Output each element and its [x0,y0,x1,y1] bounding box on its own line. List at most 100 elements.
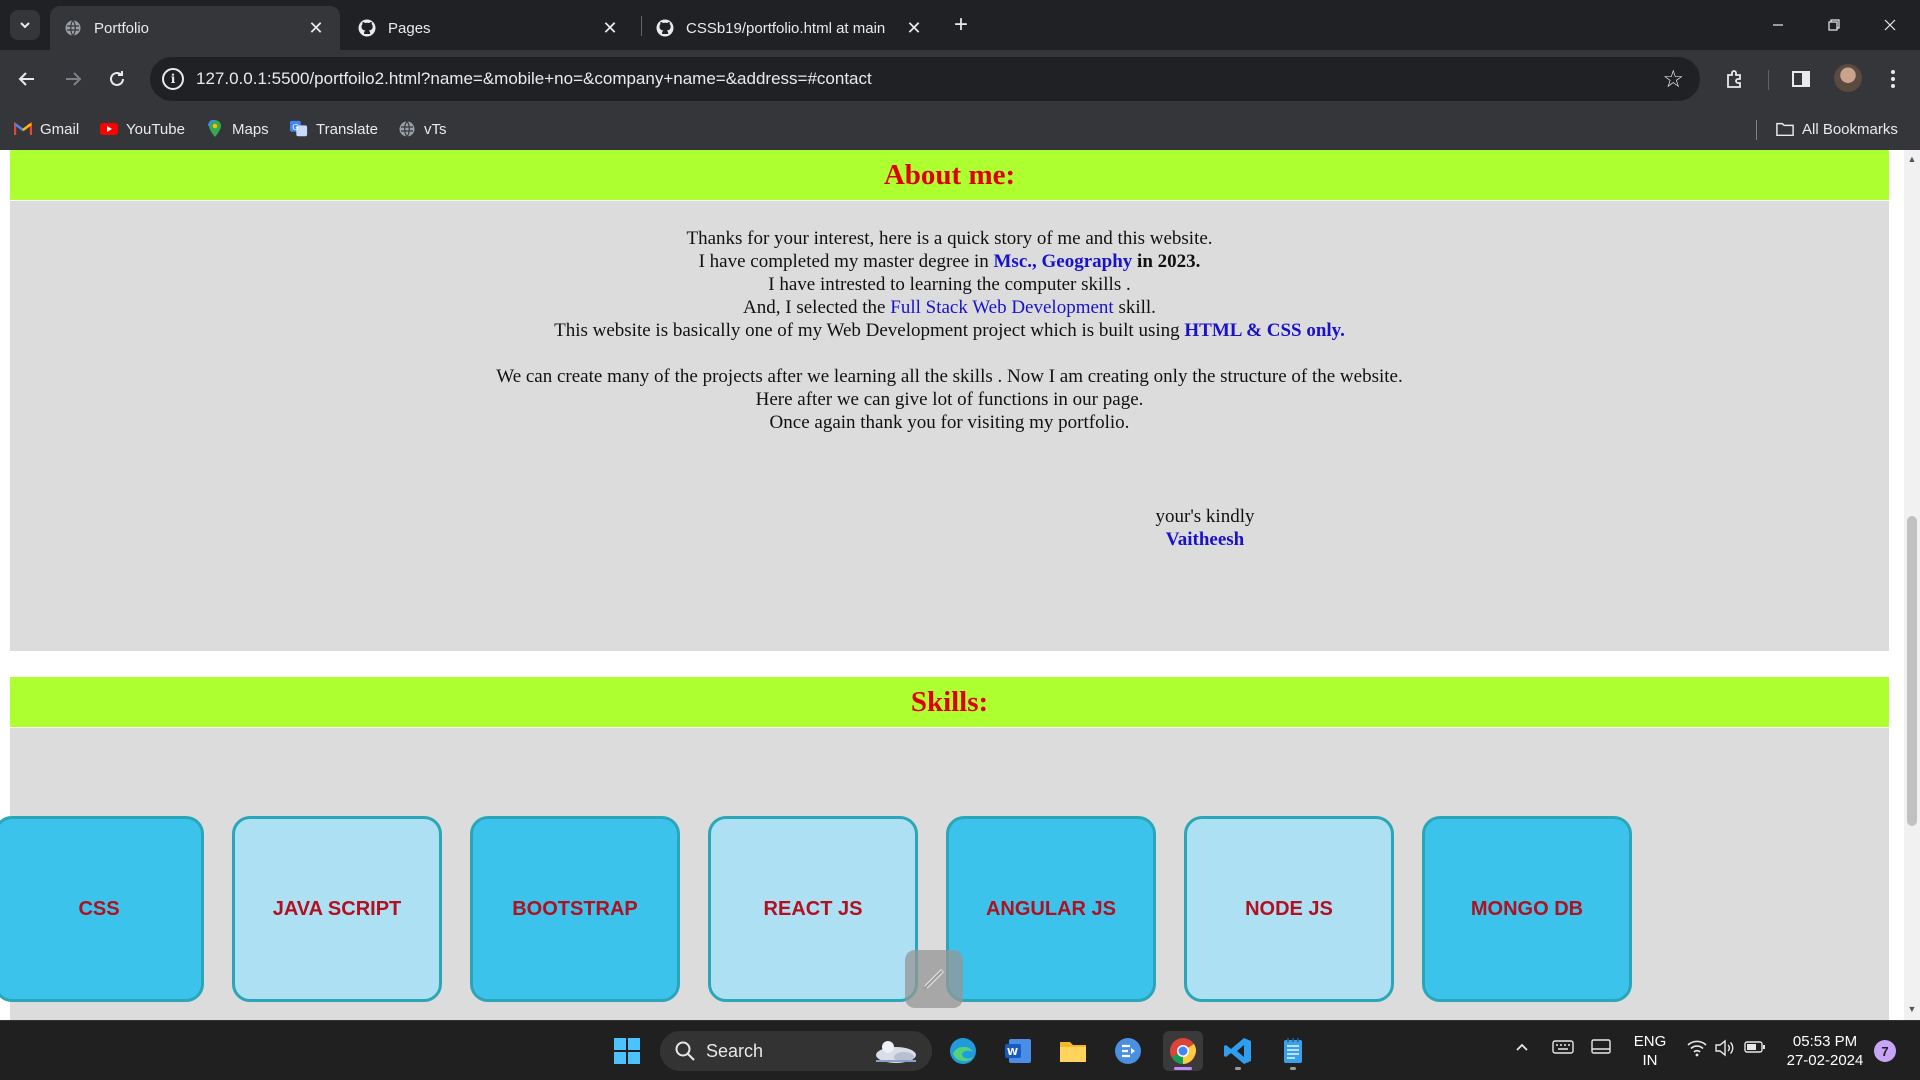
scroll-thumb[interactable] [1907,516,1917,826]
tab-portfolio[interactable]: Portfolio ✕ [50,6,340,50]
running-indicator [1235,1067,1241,1070]
chrome-icon [1170,1038,1197,1064]
tab-github-file[interactable]: CSSb19/portfolio.html at main ✕ [642,6,938,50]
reload-button[interactable] [100,62,134,96]
speaker-icon [1715,1039,1734,1057]
skill-card-javascript[interactable]: JAVA SCRIPT [232,816,442,1002]
bookmark-maps[interactable]: Maps [206,118,269,140]
minimize-button[interactable] [1750,0,1806,50]
chevron-up-icon [1516,1043,1528,1051]
bookmark-label: vTs [424,120,447,138]
close-tab-icon[interactable]: ✕ [306,18,326,39]
arrow-right-icon [66,72,82,86]
battery-status[interactable] [1744,1040,1766,1058]
puzzle-icon [1727,70,1741,88]
app-circle-icon [1115,1038,1141,1064]
edge-icon [950,1038,976,1064]
about-heading: About me: [10,150,1889,200]
taskbar-file-explorer[interactable] [1053,1031,1093,1071]
skill-card-mongodb[interactable]: MONGO DB [1422,816,1632,1002]
taskbar-notepad[interactable] [1273,1031,1313,1071]
bookmarks-divider [1756,120,1757,140]
new-tab-button[interactable]: + [946,10,976,40]
running-indicator [1290,1067,1296,1070]
vscode-icon [1224,1038,1251,1064]
scroll-up-arrow-icon[interactable]: ▲ [1904,154,1920,166]
about-line: I have intrested to learning the compute… [768,274,1131,295]
show-hidden-icons-button[interactable] [1514,1039,1530,1059]
address-bar[interactable]: i 127.0.0.1:5500/portfoilo2.html?name=&m… [150,57,1700,101]
volume-status[interactable] [1714,1039,1736,1061]
folder-icon [1060,1042,1086,1062]
taskbar-edge[interactable] [943,1031,983,1071]
tab-title: Pages [388,19,431,37]
translate-icon: G [290,120,308,138]
signature-name: Vaitheesh [1165,529,1245,550]
all-bookmarks-label: All Bookmarks [1802,120,1898,138]
degree-text: Msc., Geography [993,251,1133,272]
touch-keyboard-button[interactable] [1552,1039,1574,1059]
tab-strip: Portfolio ✕ Pages ✕ CSSb19/portfolio.htm… [0,0,1920,50]
scroll-down-arrow-icon[interactable]: ▼ [1904,1004,1920,1016]
tech-highlight: HTML & CSS only. [1184,320,1345,341]
skill-card-nodejs[interactable]: NODE JS [1184,816,1394,1002]
bookmark-youtube[interactable]: YouTube [100,118,185,140]
plus-icon: + [953,11,968,38]
taskbar-word[interactable]: W [998,1031,1038,1071]
closing-text: your's kindly [1155,506,1255,527]
bookmark-translate[interactable]: G Translate [290,118,378,140]
battery-icon [1744,1041,1765,1053]
url-text[interactable]: 127.0.0.1:5500/portfoilo2.html?name=&mob… [196,69,872,89]
tab-search-button[interactable] [10,10,40,40]
all-bookmarks-button[interactable]: All Bookmarks [1776,118,1898,140]
network-status[interactable] [1686,1039,1708,1061]
chevron-down-icon [20,22,30,29]
start-button[interactable] [607,1031,647,1071]
floating-drag-handle[interactable] [905,950,963,1008]
bookmark-vts[interactable]: vTs [398,118,447,140]
profile-avatar[interactable] [1834,64,1862,92]
extensions-button[interactable] [1720,64,1750,94]
bookmark-gmail[interactable]: Gmail [14,118,79,140]
close-tab-icon[interactable]: ✕ [904,18,924,39]
side-panel-button[interactable] [1786,64,1816,94]
maps-pin-icon [206,120,224,138]
about-line: I have completed my master degree in Msc… [698,251,1201,272]
search-highlight-illustration [876,1041,916,1063]
bookmark-label: Maps [232,120,269,138]
bookmark-star-icon[interactable]: ☆ [1662,65,1684,94]
taskbar-search[interactable]: Search [660,1031,932,1071]
svg-text:W: W [1007,1047,1018,1058]
restore-button[interactable] [1806,0,1862,50]
language-indicator[interactable]: ENG IN [1628,1032,1672,1070]
close-tab-icon[interactable]: ✕ [600,18,620,39]
side-panel-icon [1792,71,1810,87]
search-placeholder: Search [706,1040,764,1061]
back-button[interactable] [10,62,44,96]
skill-card-reactjs[interactable]: REACT JS [708,816,918,1002]
skill-card-angularjs[interactable]: ANGULAR JS [946,816,1156,1002]
taskbar-vscode[interactable] [1218,1031,1258,1071]
clock[interactable]: 05:53 PM 27-02-2024 [1782,1032,1868,1070]
notification-badge[interactable]: 7 [1874,1040,1896,1062]
browser-menu-button[interactable] [1878,64,1908,94]
close-window-button[interactable] [1862,0,1918,50]
about-line: Once again thank you for visiting my por… [769,412,1130,433]
bookmark-label: YouTube [126,120,185,138]
page-scrollbar[interactable]: ▲ ▼ [1904,150,1920,1020]
close-icon [1884,19,1896,31]
forward-button[interactable] [56,62,90,96]
taskbar-app-blue[interactable] [1108,1031,1148,1071]
clock-time: 05:53 PM [1792,1033,1858,1050]
minimize-icon [1773,24,1783,26]
site-info-icon[interactable]: i [162,68,184,90]
skill-highlight: Full Stack Web Development [890,297,1114,318]
skill-card-bootstrap[interactable]: BOOTSTRAP [470,816,680,1002]
tab-pages[interactable]: Pages ✕ [344,6,634,50]
skill-card-css[interactable]: CSS [0,816,204,1002]
active-indicator [1174,1067,1192,1070]
display-button[interactable] [1590,1039,1612,1059]
taskbar-chrome[interactable] [1163,1031,1203,1071]
arrow-left-icon [18,72,34,86]
